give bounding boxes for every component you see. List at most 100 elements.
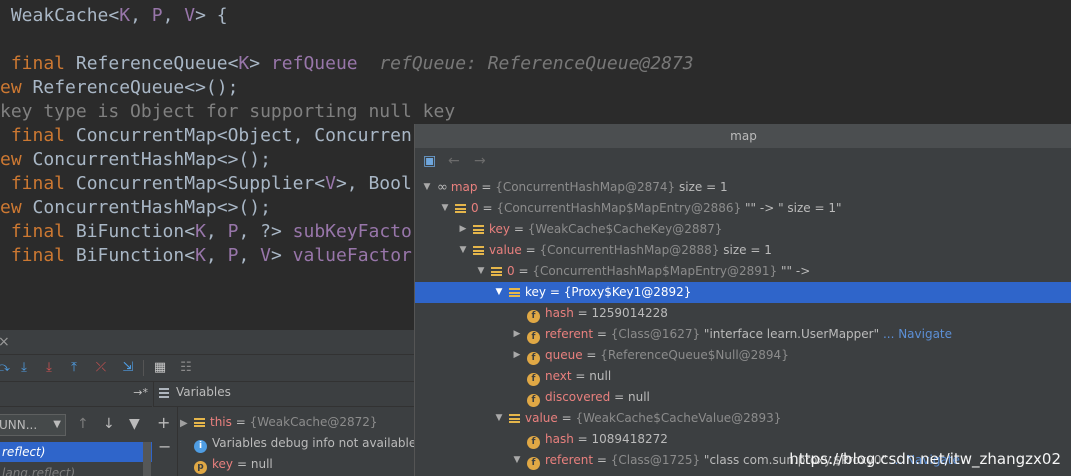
- collapse-arrow-icon[interactable]: ▼: [421, 177, 433, 198]
- step-over-icon[interactable]: ⤼: [0, 359, 12, 377]
- node-value: null: [589, 369, 612, 383]
- equals-sign: =: [231, 415, 250, 429]
- navigate-link[interactable]: ... Navigate: [879, 327, 952, 341]
- node-type: {ConcurrentHashMap$MapEntry@2886}: [496, 201, 742, 215]
- close-icon[interactable]: ×: [0, 334, 10, 350]
- previous-frame-icon[interactable]: ↑: [77, 416, 89, 432]
- tree-node[interactable]: ▼ 0 = {ConcurrentHashMap$MapEntry@2886} "…: [415, 198, 1071, 219]
- tree-node[interactable]: f discovered = null: [415, 387, 1071, 408]
- code-token: V: [184, 5, 196, 26]
- tree-node[interactable]: ▼ ∞ map = {ConcurrentHashMap@2874} size = …: [415, 177, 1071, 198]
- tree-node[interactable]: ▼ key = {Proxy$Key1@2892}: [415, 282, 1071, 303]
- node-name: key: [525, 285, 547, 299]
- thread-select[interactable]: UNN... ▼: [0, 414, 66, 436]
- debugger-panel: × ⤼ ⤓ ⤓ ⤒ ⤫ ⇲ ▦ ☷ →* Variables UNN... ▼ …: [0, 330, 414, 476]
- code-line[interactable]: final ConcurrentMap<Object, Concurren: [0, 124, 412, 148]
- step-into-icon[interactable]: ⤓: [15, 359, 33, 377]
- expand-arrow-icon[interactable]: ▶: [180, 413, 194, 434]
- code-line[interactable]: ew ReferenceQueue<>();: [0, 76, 238, 100]
- code-line[interactable]: final ConcurrentMap<Supplier<V>, Bool: [0, 172, 412, 196]
- collapse-arrow-icon[interactable]: ▼: [511, 450, 523, 471]
- tree-node[interactable]: f hash = 1259014228: [415, 303, 1071, 324]
- forward-arrow-icon[interactable]: →: [474, 153, 486, 169]
- add-watch-icon[interactable]: +: [157, 413, 170, 432]
- code-token: BiFunction<: [75, 221, 196, 242]
- collapse-arrow-icon[interactable]: ▼: [439, 198, 451, 219]
- node-name: value: [489, 243, 522, 257]
- code-token: , ?>: [238, 221, 293, 242]
- node-value: size = 1: [719, 243, 772, 257]
- tree-node[interactable]: ▼ value = {WeakCache$CacheValue@2893}: [415, 408, 1071, 429]
- tree-node-content: key = {WeakCache$CacheKey@2887}: [473, 219, 722, 240]
- node-name: referent: [545, 327, 594, 341]
- frame-item[interactable]: reflect): [0, 442, 152, 462]
- tree-node[interactable]: ▶ f queue = {ReferenceQueue$Null@2894}: [415, 345, 1071, 366]
- drop-frame-icon[interactable]: ⤫: [92, 359, 110, 377]
- code-token: ,: [205, 245, 228, 266]
- run-to-cursor-icon[interactable]: ⇲: [119, 359, 137, 377]
- code-line[interactable]: ew ConcurrentHashMap<>();: [0, 196, 271, 220]
- popup-title[interactable]: map: [415, 124, 1071, 148]
- tree-node-content: 0 = {ConcurrentHashMap$MapEntry@2891} ""…: [491, 261, 810, 282]
- frames-scrollbar[interactable]: [143, 442, 151, 476]
- tree-node[interactable]: f hash = 1089418272: [415, 429, 1071, 450]
- tree-node[interactable]: ▶ key = {WeakCache$CacheKey@2887}: [415, 219, 1071, 240]
- back-arrow-icon[interactable]: ←: [448, 153, 460, 169]
- code-token: ConcurrentHashMap<>();: [32, 149, 271, 170]
- variable-name: this: [210, 415, 232, 429]
- code-token: V: [325, 173, 336, 194]
- toolbar-divider: [143, 360, 144, 376]
- expand-arrow-icon[interactable]: ▶: [511, 345, 523, 366]
- expand-arrow-icon[interactable]: ▶: [457, 219, 469, 240]
- filter-icon[interactable]: ▼: [129, 416, 140, 432]
- variable-row[interactable]: ▶ this = {WeakCache@2872}: [180, 412, 378, 433]
- tree-node[interactable]: ▼ value = {ConcurrentHashMap@2888} size =…: [415, 240, 1071, 261]
- code-token: final: [0, 173, 76, 194]
- code-token: K: [238, 53, 250, 74]
- code-token: >: [249, 53, 271, 74]
- code-token: final: [0, 53, 76, 74]
- node-value: "" ->: [777, 264, 811, 278]
- node-name: 0: [471, 201, 479, 215]
- restore-layout-icon[interactable]: →*: [133, 386, 148, 399]
- collapse-arrow-icon[interactable]: ▼: [493, 282, 505, 303]
- code-token: subKeyFacto: [292, 221, 412, 242]
- frame-item[interactable]: lang.reflect): [0, 463, 152, 476]
- remove-watch-icon[interactable]: −: [158, 437, 171, 456]
- tree-node-content: key = {Proxy$Key1@2892}: [509, 282, 691, 303]
- code-token: >: [270, 245, 293, 266]
- variable-row[interactable]: p key = null: [180, 454, 273, 475]
- node-name: 0: [507, 264, 515, 278]
- code-line[interactable]: final ReferenceQueue<K> refQueue refQueu…: [0, 52, 694, 76]
- code-line[interactable]: WeakCache<K, P, V> {: [0, 4, 228, 28]
- node-type: {ConcurrentHashMap@2874}: [495, 180, 676, 194]
- evaluate-expression-icon[interactable]: ▦: [151, 359, 169, 377]
- expand-arrow-icon[interactable]: ▶: [511, 324, 523, 345]
- tree-node[interactable]: ▼ 0 = {ConcurrentHashMap$MapEntry@2891} "…: [415, 261, 1071, 282]
- tree-node[interactable]: f next = null: [415, 366, 1071, 387]
- code-token: ConcurrentMap<Supplier<: [75, 173, 326, 194]
- force-step-into-icon[interactable]: ⤓: [40, 359, 58, 377]
- code-line[interactable]: final BiFunction<K, P, V> valueFactor: [0, 244, 412, 268]
- collapse-arrow-icon[interactable]: ▼: [457, 240, 469, 261]
- trace-icon[interactable]: ☷: [177, 359, 195, 377]
- code-line[interactable]: final BiFunction<K, P, ?> subKeyFacto: [0, 220, 412, 244]
- code-token: ,: [130, 5, 152, 26]
- code-token: P: [227, 221, 239, 242]
- step-out-icon[interactable]: ⤒: [65, 359, 83, 377]
- node-type: {Class@1627}: [610, 327, 701, 341]
- collapse-arrow-icon[interactable]: ▼: [475, 261, 487, 282]
- collapse-arrow-icon[interactable]: ▼: [493, 408, 505, 429]
- node-value: size = 1: [675, 180, 728, 194]
- code-line[interactable]: key type is Object for supporting null k…: [0, 100, 455, 124]
- variable-type: {WeakCache@2872}: [249, 415, 378, 429]
- code-token: K: [195, 221, 206, 242]
- tree-node[interactable]: ▶ f referent = {Class@1627} "interface lea…: [415, 324, 1071, 345]
- info-text: Variables debug info not available: [212, 436, 414, 450]
- variable-row[interactable]: i Variables debug info not available: [180, 433, 414, 454]
- field-list-icon: [491, 267, 502, 276]
- add-to-watches-icon[interactable]: ▣: [423, 153, 436, 169]
- next-frame-icon[interactable]: ↓: [103, 416, 115, 432]
- equals-sign: =: [582, 348, 601, 362]
- code-line[interactable]: ew ConcurrentHashMap<>();: [0, 148, 271, 172]
